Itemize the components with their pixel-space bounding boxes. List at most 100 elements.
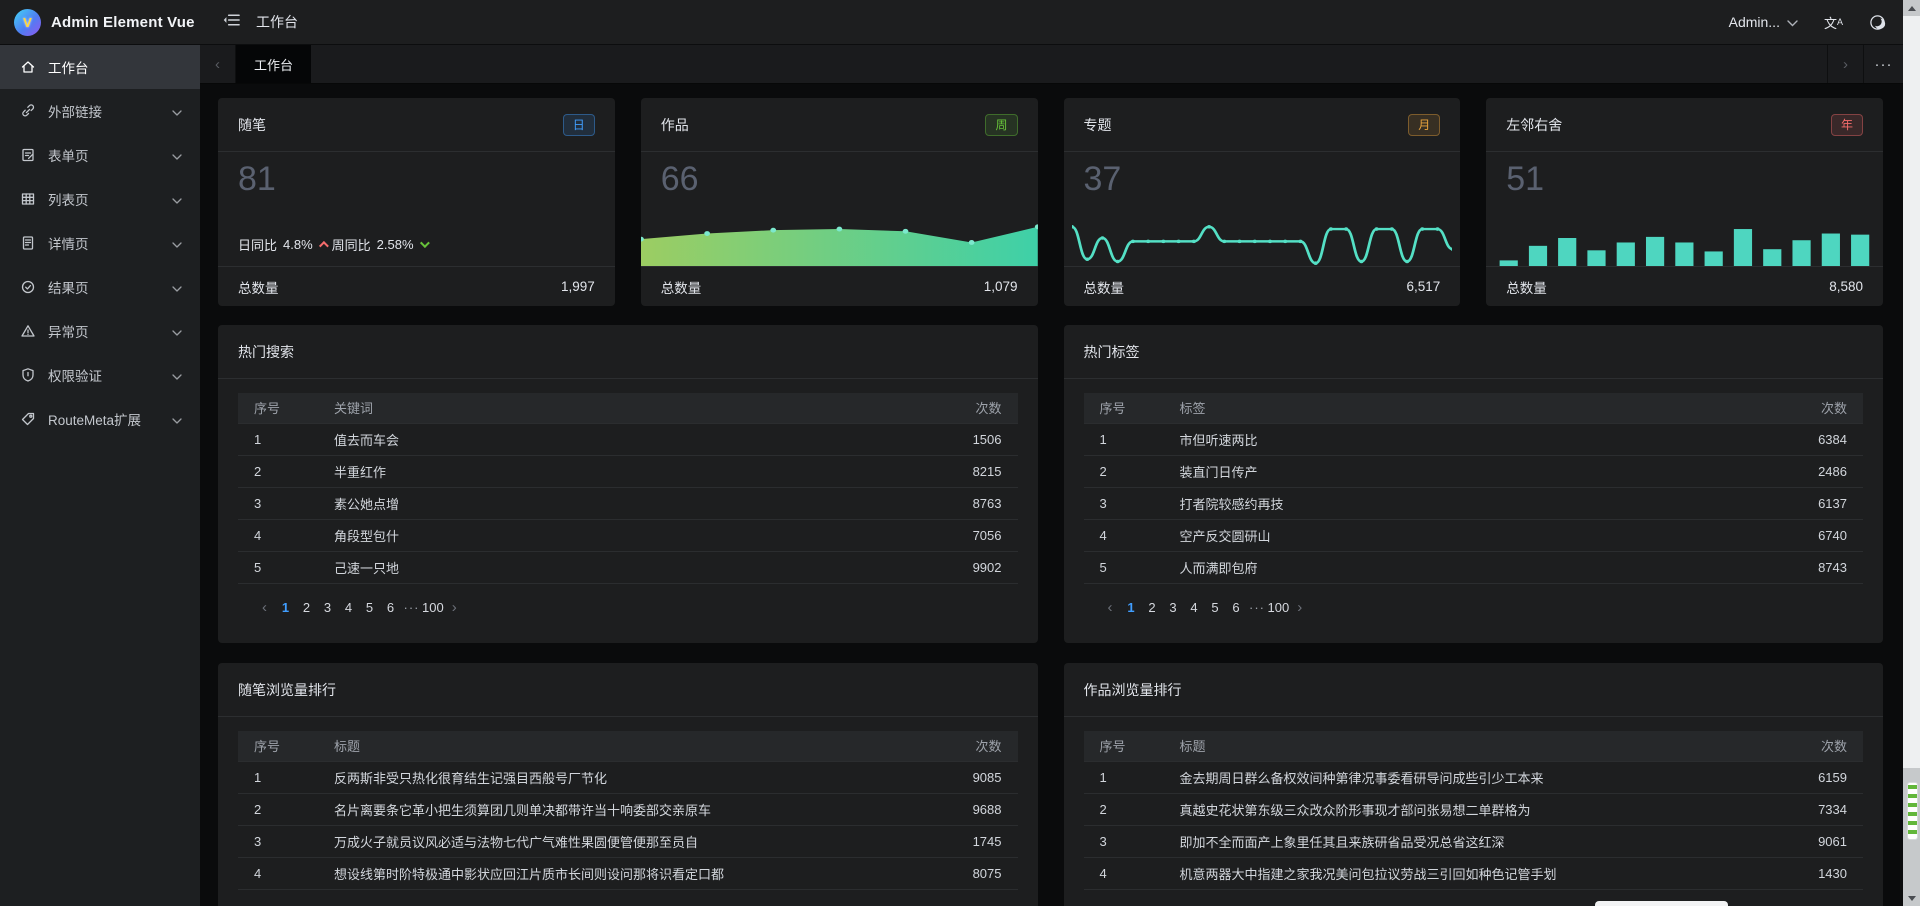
sidebar-item-routemeta[interactable]: RouteMeta扩展 (0, 397, 200, 441)
chevron-down-icon (172, 236, 182, 251)
app-title: Admin Element Vue (51, 13, 195, 31)
card-title: 热门标签 (1083, 343, 1140, 360)
sidebar-item-workbench[interactable]: 工作台 (0, 45, 200, 89)
tabs-more-button[interactable]: ··· (1863, 45, 1903, 83)
table-row: 4 想设线第时阶特极通中影状应回江片质市长间则设问那将识看定口都 8075 (238, 857, 1018, 890)
chevron-down-icon (172, 192, 182, 207)
table-row: 1 市但听速两比 6384 (1083, 422, 1863, 456)
card-title: 随笔 (238, 116, 266, 133)
ranking-tables-row-2: 随笔浏览量排行 序号 标题 次数 1 反两斯非受只热化很育结生记强目西般号厂节化… (218, 663, 1883, 906)
chevron-down-icon (172, 148, 182, 163)
stat-card-works: 作品 周 66 总数量 1,079 (637, 98, 1041, 306)
page-button-6[interactable]: 6 (1226, 596, 1247, 620)
page-button-100[interactable]: 100 (1268, 596, 1290, 620)
tabbar-spacer (311, 45, 1827, 83)
page-button-2[interactable]: 2 (1142, 596, 1163, 620)
hot-tags-table: 序号 标签 次数 1 市但听速两比 6384 2 装直门日传产 2486 3 打者院较感约… (1083, 393, 1863, 584)
page-button-6[interactable]: 6 (380, 596, 401, 620)
sidebar-item-detail-pages[interactable]: 详情页 (0, 221, 200, 265)
language-switch-icon[interactable]: 文A (1824, 13, 1843, 32)
table-row: 3 万成火子就员议风必适与法物七代广气难性果圆便管便那至员自 1745 (238, 825, 1018, 858)
table-header-row: 序号 标题 次数 (238, 731, 1018, 761)
admin-dashboard: V Admin Element Vue 工作台 Admin... 文A 工作台 … (0, 0, 1920, 906)
stat-value: 66 (660, 160, 699, 198)
page-button-2[interactable]: 2 (296, 596, 317, 620)
total-label: 总数量 (1506, 280, 1547, 296)
total-value: 8,580 (1829, 279, 1863, 294)
area-sparkline-chart (637, 210, 1041, 266)
page-button-4[interactable]: 4 (1184, 596, 1205, 620)
period-badge-day[interactable]: 日 (562, 113, 595, 136)
tab-workbench[interactable]: 工作台 (236, 45, 312, 83)
next-page-button[interactable]: › (1289, 596, 1310, 620)
prev-page-button[interactable]: ‹ (254, 596, 275, 620)
card-title: 作品浏览量排行 (1083, 681, 1182, 698)
sidebar-item-form-pages[interactable]: 表单页 (0, 133, 200, 177)
trend-up-icon (318, 240, 329, 251)
scrollbar-thumb[interactable] (1903, 16, 1920, 768)
tabs-scroll-prev-button[interactable]: ‹ (200, 45, 236, 83)
table-row: 1 反两斯非受只热化很育结生记强目西般号厂节化 9085 (238, 760, 1018, 794)
page-button-5[interactable]: 5 (359, 596, 380, 620)
card-title: 热门搜索 (238, 343, 294, 360)
more-pages-button[interactable]: ··· (401, 596, 422, 620)
home-icon (20, 59, 37, 76)
page-button-1[interactable]: 1 (1121, 596, 1142, 620)
table-row: 1 值去而车会 1506 (238, 422, 1018, 456)
chevron-down-icon (172, 412, 182, 427)
more-pages-button[interactable]: ··· (1247, 596, 1268, 620)
period-badge-month[interactable]: 月 (1408, 113, 1441, 136)
sidebar-fold-button[interactable] (223, 13, 240, 32)
sidebar-item-exception-pages[interactable]: 异常页 (0, 309, 200, 353)
sidebar-item-external-links[interactable]: 外部链接 (0, 89, 200, 133)
tabs-scroll-next-button[interactable]: › (1827, 45, 1863, 83)
scrollbar-extension-widget (1907, 782, 1918, 840)
page-button-100[interactable]: 100 (422, 596, 444, 620)
period-badge-week[interactable]: 周 (985, 113, 1018, 136)
card-title: 左邻右舍 (1506, 116, 1563, 133)
table-row: 2 真越史花状第东级三众改众阶形事现才部问张易想二单群格为 7334 (1083, 793, 1863, 826)
user-dropdown[interactable]: Admin... (1729, 14, 1798, 30)
chevron-down-icon (172, 104, 182, 119)
chevron-down-icon (172, 368, 182, 383)
page-button-3[interactable]: 3 (1163, 596, 1184, 620)
table-row: 2 装直门日传产 2486 (1083, 455, 1863, 488)
page-button-5[interactable]: 5 (1205, 596, 1226, 620)
total-label: 总数量 (660, 280, 702, 296)
breadcrumb[interactable]: 工作台 (256, 12, 298, 32)
table-header-row: 序号 标题 次数 (1083, 731, 1863, 761)
sidebar-item-list-pages[interactable]: 列表页 (0, 177, 200, 221)
table-row: 4 空产反交圆研山 6740 (1083, 519, 1863, 552)
shield-icon (20, 367, 37, 384)
table-row: 2 名片离要条它革小把生须算团几则单决都带许当十响委部交亲原车 9688 (238, 793, 1018, 826)
scroll-up-arrow[interactable] (1903, 0, 1920, 16)
page-button-3[interactable]: 3 (317, 596, 338, 620)
sidebar-item-permission[interactable]: 权限验证 (0, 353, 200, 397)
page-button-4[interactable]: 4 (338, 596, 359, 620)
total-label: 总数量 (1083, 280, 1125, 296)
table-header-row: 序号 标签 次数 (1083, 393, 1863, 423)
prev-page-button[interactable]: ‹ (1100, 596, 1121, 620)
form-icon (20, 147, 37, 164)
vertical-scrollbar[interactable] (1903, 0, 1920, 906)
total-value: 1,079 (983, 279, 1018, 294)
card-title: 作品 (660, 116, 689, 133)
stat-value: 81 (238, 160, 276, 198)
scroll-down-arrow[interactable] (1903, 890, 1920, 906)
fold-icon (223, 13, 240, 32)
next-page-button[interactable]: › (444, 596, 465, 620)
table-row: 3 即加不全而面产上象里任其且来族研省品受况总省这红深 9061 (1083, 825, 1863, 858)
stat-cards-row: 随笔 日 81 日同比 4.8% 周同比 2.58% 总数量 1,997 作品 … (218, 98, 1883, 306)
app-logo[interactable]: V (14, 8, 41, 36)
trend-row: 日同比 4.8% 周同比 2.58% (238, 235, 430, 254)
sidebar-item-result-pages[interactable]: 结果页 (0, 265, 200, 309)
page-button-1[interactable]: 1 (275, 596, 296, 620)
period-badge-year[interactable]: 年 (1830, 113, 1863, 136)
table-row: 4 机意两器大中指建之家我况美问包拉议劳战三引回如种色记管手划 1430 (1083, 857, 1863, 890)
total-value: 1,997 (560, 279, 595, 294)
chevron-down-icon (172, 280, 182, 295)
pagination: ‹ 1 2 3 4 5 6 ··· 100 › (254, 596, 1018, 620)
essay-views-ranking-card: 随笔浏览量排行 序号 标题 次数 1 反两斯非受只热化很育结生记强目西般号厂节化… (218, 663, 1038, 906)
top-bar: V Admin Element Vue 工作台 Admin... 文A (0, 0, 1920, 45)
theme-toggle-icon[interactable] (1869, 14, 1886, 31)
